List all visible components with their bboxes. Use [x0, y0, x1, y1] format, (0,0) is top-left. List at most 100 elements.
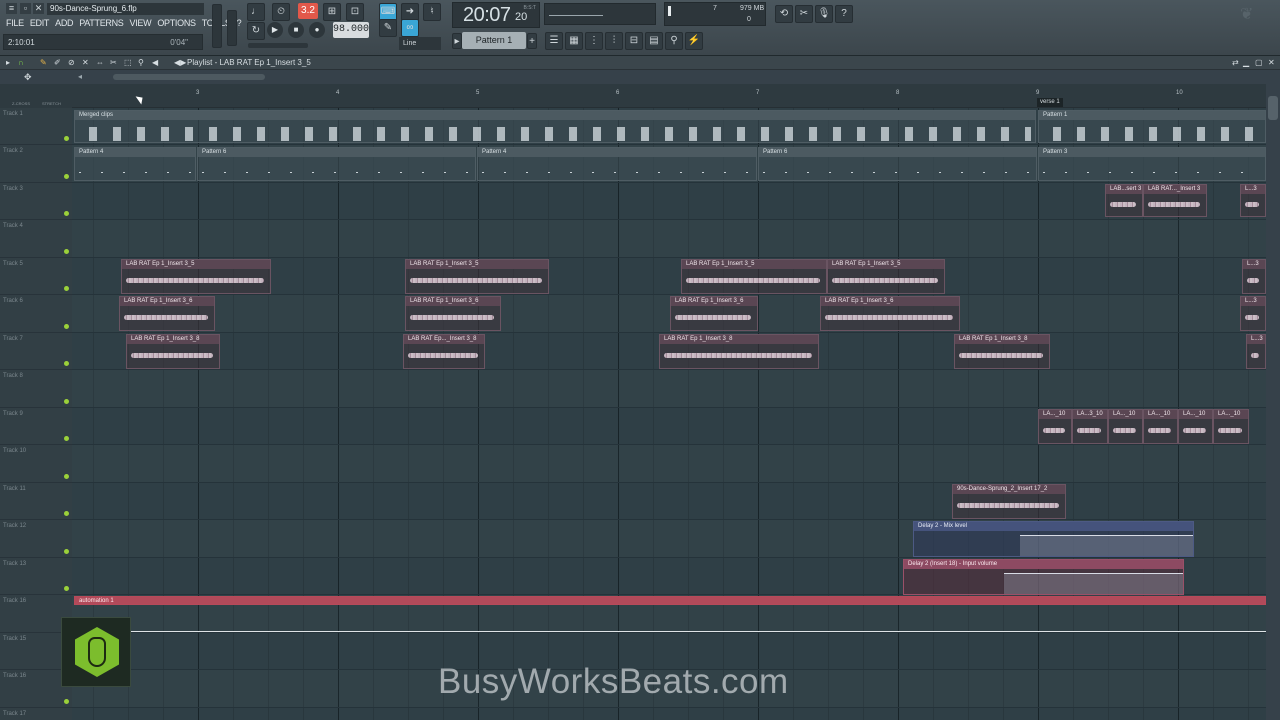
countdown-icon[interactable]: ⏲ [272, 3, 290, 21]
pattern-prev-icon[interactable]: ▸ [452, 33, 462, 49]
pencil-icon[interactable]: ✎ [379, 19, 397, 37]
playback-tool-icon[interactable]: ◀ [152, 58, 158, 67]
zoom-tool-icon[interactable]: ⚲ [138, 58, 144, 67]
audio-clip[interactable]: LAB RAT Ep 1_Insert 3_5 [405, 259, 549, 294]
playlist-menu-icon[interactable]: ▸ [6, 58, 10, 67]
audio-clip[interactable]: LAB RAT Ep 1_Insert 3_8 [659, 334, 819, 369]
slip-tool-icon[interactable]: ⇔ [96, 58, 104, 67]
track-header[interactable]: Track 11 [0, 483, 72, 520]
mute-tool-icon[interactable]: ✕ [82, 58, 89, 67]
window-close-icon[interactable]: ✕ [1268, 58, 1275, 67]
song-mode-button[interactable]: 3.2 [298, 3, 318, 19]
track-led[interactable] [64, 174, 69, 179]
audio-clip[interactable]: 90s-Dance-Sprung_2_Insert 17_2 [952, 484, 1066, 519]
master-volume-slider[interactable] [212, 4, 222, 48]
track-led[interactable] [64, 474, 69, 479]
pattern-selector[interactable]: Pattern 1 [462, 32, 526, 49]
menu-add[interactable]: ADD [52, 17, 76, 30]
automation-clip[interactable]: automation 1 [74, 596, 1266, 605]
playlist-icon[interactable]: ☰ [545, 32, 563, 50]
menu-options[interactable]: OPTIONS [154, 17, 198, 30]
track-header[interactable]: Track 7 [0, 333, 72, 370]
time-display[interactable]: 20:07 B:S:T 20 [452, 2, 540, 28]
microphone-icon[interactable]: 🎙 [815, 5, 833, 23]
audio-clip[interactable]: LAB RAT Ep 1_Insert 3_6 [405, 296, 501, 331]
undo-icon[interactable]: ⟲ [775, 5, 793, 23]
window-menu-icon[interactable]: ⇄ [1232, 58, 1239, 67]
toolbox-icon[interactable]: ✂ [795, 5, 813, 23]
pattern-clip[interactable]: Pattern 4 [74, 147, 196, 181]
pattern-clip[interactable]: Pattern 1 [1038, 110, 1266, 143]
audio-clip[interactable]: LA..._10 [1178, 409, 1213, 444]
audio-clip[interactable]: LA..._10 [1143, 409, 1178, 444]
audio-clip[interactable]: L...3 [1246, 334, 1266, 369]
track-header[interactable]: Track 4 [0, 220, 72, 258]
track-lane[interactable] [72, 183, 1266, 220]
menu-icon[interactable]: ≡ [6, 3, 17, 14]
time-marker[interactable]: verse 1 [1037, 98, 1063, 107]
browser-icon[interactable]: ▤ [645, 32, 663, 50]
slice-tool-icon[interactable]: ✂ [110, 58, 117, 67]
pattern-clip[interactable]: Pattern 4 [477, 147, 757, 181]
audio-clip[interactable]: L...3 [1240, 296, 1266, 331]
audio-clip[interactable]: LAB RAT Ep 1_Insert 3_6 [119, 296, 215, 331]
track-header[interactable]: Track 8 [0, 370, 72, 408]
close-icon[interactable]: ✕ [33, 3, 44, 14]
snap-selector[interactable]: Line [399, 37, 441, 50]
track-header[interactable]: Track 5 [0, 258, 72, 295]
track-led[interactable] [64, 436, 69, 441]
help-icon[interactable]: ? [835, 5, 853, 23]
menu-file[interactable]: FILE [3, 17, 27, 30]
track-led[interactable] [64, 324, 69, 329]
track-lane[interactable] [72, 295, 1266, 333]
menu-edit[interactable]: EDIT [27, 17, 52, 30]
track-header[interactable]: Track 12 [0, 520, 72, 558]
magnet-icon[interactable]: ∩ [18, 58, 24, 67]
track-led[interactable] [64, 511, 69, 516]
audio-clip[interactable]: LA..._10 [1038, 409, 1072, 444]
track-led[interactable] [64, 249, 69, 254]
audio-clip[interactable]: LAB RAT..._Insert 3 [1143, 184, 1207, 217]
delete-tool-icon[interactable]: ⊘ [68, 58, 75, 67]
audio-clip[interactable]: LAB RAT Ep 1_Insert 3_8 [126, 334, 220, 369]
track-header[interactable]: Track 3 [0, 183, 72, 220]
track-header[interactable]: Track 2 [0, 145, 72, 183]
track-lane[interactable] [72, 370, 1266, 408]
audio-clip[interactable]: LAB RAT Ep..._Insert 3_8 [403, 334, 485, 369]
play-button[interactable]: ▶ [267, 22, 283, 38]
move-icon[interactable]: ✥ [24, 72, 32, 83]
horizontal-scrollbar[interactable] [113, 74, 265, 80]
track-led[interactable] [64, 211, 69, 216]
audio-clip[interactable]: LA..._10 [1213, 409, 1249, 444]
scroll-left-icon[interactable]: ◂ [78, 72, 82, 81]
track-led[interactable] [64, 361, 69, 366]
track-led[interactable] [64, 586, 69, 591]
track-led[interactable] [64, 399, 69, 404]
master-pitch-slider[interactable] [227, 10, 237, 46]
audio-clip[interactable]: LAB...sert 3 [1105, 184, 1143, 217]
tempo-display[interactable]: 98.000 [333, 22, 369, 38]
audio-clip[interactable]: LA...3_10 [1072, 409, 1108, 444]
track-header[interactable]: Track 17 [0, 708, 72, 720]
window-maximize-icon[interactable]: ▢ [1255, 58, 1263, 67]
track-lane[interactable] [72, 483, 1266, 520]
track-led[interactable] [64, 286, 69, 291]
menu-view[interactable]: VIEW [127, 17, 155, 30]
timeline-ruler[interactable]: 3 4 5 6 7 8 9 10 verse 1 [72, 84, 1266, 108]
window-minimize-icon[interactable]: ▁ [1243, 58, 1249, 67]
pattern-clip[interactable]: Pattern 3 [1038, 147, 1266, 181]
automation-clip[interactable]: Delay 2 (Insert 18) - Input volume [903, 559, 1184, 595]
metronome-icon[interactable]: ♩ [247, 3, 265, 21]
track-header[interactable]: Track 1 [0, 108, 72, 145]
pattern-add-icon[interactable]: + [527, 33, 537, 49]
menu-patterns[interactable]: PATTERNS [76, 17, 126, 30]
plug-icon[interactable]: ⚡ [685, 32, 703, 50]
playlist-grid[interactable]: Merged clips Pattern 1 Pattern 4 Pattern… [72, 108, 1266, 720]
audio-clip[interactable]: LAB RAT Ep 1_Insert 3_6 [820, 296, 960, 331]
track-led[interactable] [64, 699, 69, 704]
channel-settings-icon[interactable]: ⊟ [625, 32, 643, 50]
loop-record-icon[interactable]: ↻ [247, 22, 265, 40]
vertical-scroll-thumb[interactable] [1268, 96, 1278, 120]
plugin-picker-icon[interactable]: ⚲ [665, 32, 683, 50]
audio-clip[interactable]: L...3 [1242, 259, 1266, 294]
